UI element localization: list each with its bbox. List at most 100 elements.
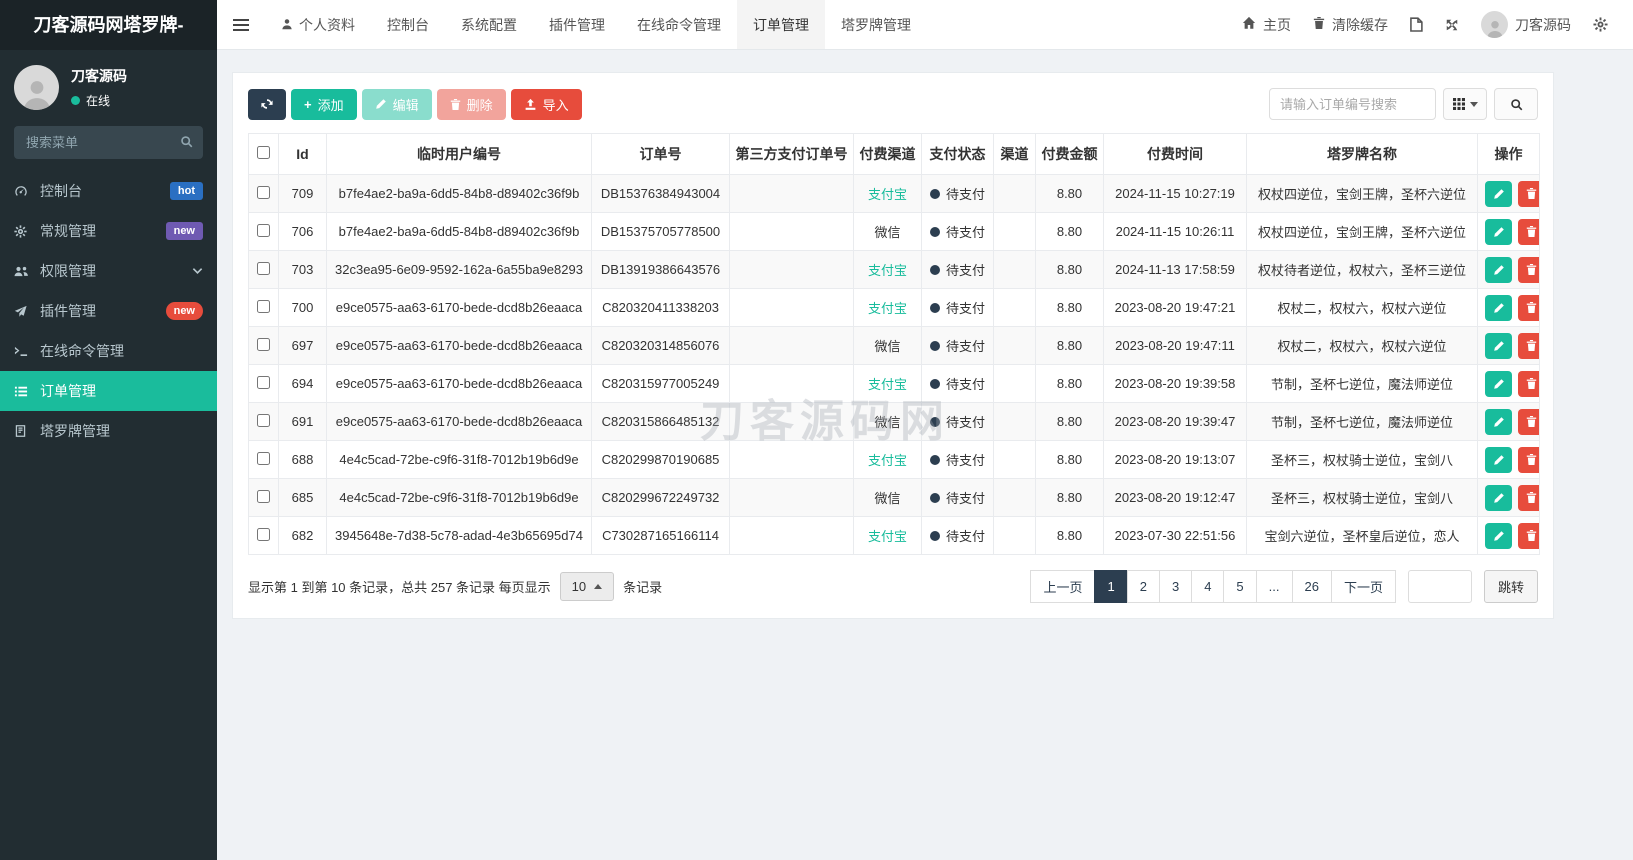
row-delete-button[interactable] xyxy=(1518,256,1539,283)
next-page-button[interactable]: 下一页 xyxy=(1330,570,1396,603)
sidebar-item-general[interactable]: 常规管理 new xyxy=(0,211,217,251)
edit-button[interactable]: 编辑 xyxy=(361,88,432,120)
row-checkbox[interactable] xyxy=(257,375,270,389)
table-row: 688 4e4c5cad-72be-c9f6-31f8-7012b19b6d9e C… xyxy=(248,440,1540,479)
row-delete-button[interactable] xyxy=(1518,370,1539,397)
sidebar-item-order[interactable]: 订单管理 xyxy=(0,371,217,411)
row-checkbox[interactable] xyxy=(257,451,270,465)
tab-plugin[interactable]: 插件管理 xyxy=(533,0,621,49)
grid-icon xyxy=(1452,98,1465,110)
row-checkbox[interactable] xyxy=(257,527,270,541)
row-edit-button[interactable] xyxy=(1485,294,1512,321)
add-button[interactable]: + 添加 xyxy=(291,88,357,120)
page-ellipsis-button[interactable]: ... xyxy=(1255,570,1293,603)
delete-button[interactable]: 删除 xyxy=(436,88,506,120)
log-file-icon[interactable] xyxy=(1399,0,1434,50)
cell-third-no xyxy=(729,402,854,441)
cell-amount: 8.80 xyxy=(1035,288,1104,327)
row-checkbox[interactable] xyxy=(257,413,270,427)
row-edit-button[interactable] xyxy=(1485,408,1512,435)
user-icon xyxy=(23,81,50,110)
sidebar-item-tarot[interactable]: 塔罗牌管理 xyxy=(0,411,217,451)
tab-console[interactable]: 控制台 xyxy=(371,0,445,49)
order-search-input[interactable] xyxy=(1269,88,1436,120)
select-all-checkbox[interactable] xyxy=(257,146,270,159)
hamburger-menu-icon[interactable] xyxy=(217,0,265,49)
table-row: 694 e9ce0575-aa63-6170-bede-dcd8b26eaaca C… xyxy=(248,364,1540,403)
refresh-button[interactable] xyxy=(248,88,286,120)
channel-label[interactable]: 支付宝 xyxy=(868,529,907,544)
row-checkbox[interactable] xyxy=(257,489,270,503)
refresh-icon xyxy=(261,99,273,109)
row-delete-button[interactable] xyxy=(1518,180,1539,207)
user-menu[interactable]: 刀客源码 xyxy=(1470,0,1582,50)
page-size-select[interactable]: 10 xyxy=(559,572,615,601)
page-button-4[interactable]: 4 xyxy=(1191,570,1225,603)
row-delete-button[interactable] xyxy=(1518,218,1539,245)
caret-down-icon xyxy=(1469,101,1478,107)
page-button-5[interactable]: 5 xyxy=(1223,570,1257,603)
cell-order-no: DB13919386643576 xyxy=(591,250,730,289)
cell-time: 2023-08-20 19:39:58 xyxy=(1103,364,1247,403)
search-button[interactable] xyxy=(1494,88,1538,120)
page-button-2[interactable]: 2 xyxy=(1126,570,1160,603)
cell-order-no: C730287165166114 xyxy=(591,516,730,555)
tab-tarot[interactable]: 塔罗牌管理 xyxy=(825,0,927,49)
sidebar-item-console[interactable]: 控制台 hot xyxy=(0,171,217,211)
row-checkbox[interactable] xyxy=(257,337,270,351)
jump-page-input[interactable] xyxy=(1407,570,1472,603)
trash-icon xyxy=(450,98,460,110)
row-checkbox[interactable] xyxy=(257,185,270,199)
tab-order[interactable]: 订单管理 xyxy=(737,0,825,49)
page-button-1[interactable]: 1 xyxy=(1094,570,1128,603)
channel-label[interactable]: 支付宝 xyxy=(868,263,907,278)
orders-table-wrap: Id 临时用户编号 订单号 第三方支付订单号 付费渠道 支付状态 渠道 付费金额 付费时间 塔罗牌… xyxy=(248,133,1540,555)
sidebar-item-plugin[interactable]: 插件管理 new xyxy=(0,291,217,331)
row-edit-button[interactable] xyxy=(1485,180,1512,207)
row-delete-button[interactable] xyxy=(1518,408,1539,435)
online-dot-icon xyxy=(71,96,80,105)
row-edit-button[interactable] xyxy=(1485,370,1512,397)
row-delete-button[interactable] xyxy=(1518,332,1539,359)
channel-label[interactable]: 支付宝 xyxy=(868,301,907,316)
page-button-26[interactable]: 26 xyxy=(1291,570,1332,603)
channel-label: 微信 xyxy=(874,339,901,354)
row-checkbox[interactable] xyxy=(257,223,270,237)
columns-button[interactable] xyxy=(1443,88,1487,120)
row-edit-button[interactable] xyxy=(1485,256,1512,283)
status-dot-icon xyxy=(929,302,940,313)
jump-button[interactable]: 跳转 xyxy=(1483,570,1538,603)
channel-label[interactable]: 支付宝 xyxy=(868,453,907,468)
row-edit-button[interactable] xyxy=(1485,522,1512,549)
settings-gear-icon[interactable] xyxy=(1582,0,1619,50)
tab-sysconfig[interactable]: 系统配置 xyxy=(445,0,533,49)
tab-command[interactable]: 在线命令管理 xyxy=(621,0,737,49)
row-delete-button[interactable] xyxy=(1518,522,1539,549)
cell-actions xyxy=(1477,326,1540,365)
import-button[interactable]: 导入 xyxy=(510,88,582,120)
fullscreen-icon[interactable] xyxy=(1434,0,1470,50)
row-delete-button[interactable] xyxy=(1518,446,1539,473)
sidebar-item-permission[interactable]: 权限管理 xyxy=(0,251,217,291)
home-link[interactable]: 主页 xyxy=(1231,0,1302,50)
row-delete-button[interactable] xyxy=(1518,294,1539,321)
cell-actions xyxy=(1477,402,1540,441)
tab-profile[interactable]: 个人资料 xyxy=(265,0,371,49)
prev-page-button[interactable]: 上一页 xyxy=(1030,570,1096,603)
row-checkbox[interactable] xyxy=(257,299,270,313)
row-edit-button[interactable] xyxy=(1485,446,1512,473)
row-edit-button[interactable] xyxy=(1485,332,1512,359)
status-dot-icon xyxy=(929,378,940,389)
row-checkbox[interactable] xyxy=(257,261,270,275)
row-edit-button[interactable] xyxy=(1485,218,1512,245)
cell-select xyxy=(248,326,279,365)
row-edit-button[interactable] xyxy=(1485,484,1512,511)
page-button-3[interactable]: 3 xyxy=(1158,570,1193,603)
cell-actions xyxy=(1477,478,1540,517)
channel-label[interactable]: 支付宝 xyxy=(868,187,907,202)
clear-cache-link[interactable]: 清除缓存 xyxy=(1302,0,1399,50)
sidebar-item-command[interactable]: 在线命令管理 xyxy=(0,331,217,371)
sidebar-search-input[interactable] xyxy=(14,126,203,159)
channel-label[interactable]: 支付宝 xyxy=(868,377,907,392)
row-delete-button[interactable] xyxy=(1518,484,1539,511)
